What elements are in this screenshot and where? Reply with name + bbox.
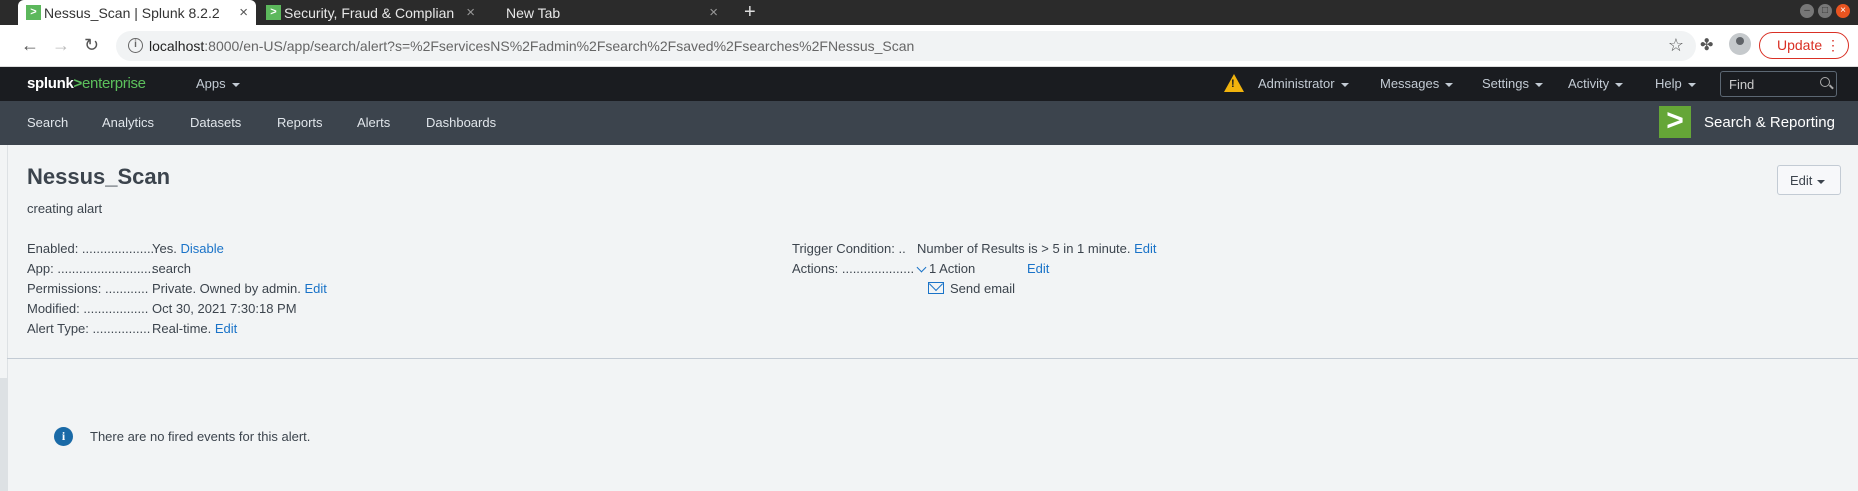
trigger-condition-label: Trigger Condition: .. [792, 241, 906, 256]
page-title: Nessus_Scan [27, 164, 171, 189]
forward-arrow-icon[interactable]: → [52, 35, 70, 55]
nav-alerts[interactable]: Alerts [357, 115, 390, 130]
edit-label: Edit [1790, 173, 1813, 188]
search-icon[interactable] [1820, 77, 1830, 87]
messages-menu[interactable]: Messages [1380, 76, 1453, 91]
tab-security-fraud[interactable]: > Security, Fraud & Compliance × [258, 0, 483, 25]
nav-reports[interactable]: Reports [277, 115, 323, 130]
search-reporting-app-icon[interactable]: > [1659, 106, 1691, 138]
extensions-puzzle-icon[interactable]: ✤ [1700, 35, 1713, 55]
browser-menu-icon[interactable]: ⋮ [1826, 33, 1840, 58]
actions-label: Actions: .................... [792, 261, 915, 276]
logo-enterprise-text: enterprise [82, 75, 146, 92]
email-icon [928, 282, 944, 294]
url-path: :8000/en-US/app/search/alert?s=%2Fservic… [204, 38, 915, 54]
address-bar[interactable]: i localhost:8000/en-US/app/search/alert?… [116, 31, 1696, 61]
find-placeholder: Find [1729, 77, 1755, 92]
activity-menu[interactable]: Activity [1568, 76, 1623, 91]
tab-title: Security, Fraud & Compliance [284, 4, 454, 21]
actions-edit-link[interactable]: Edit [1027, 261, 1049, 276]
permissions-value: Private. Owned by admin. Edit [152, 281, 327, 296]
enabled-value: Yes. Disable [152, 241, 224, 256]
tab-close-icon[interactable]: × [239, 4, 248, 21]
nav-datasets[interactable]: Datasets [190, 115, 241, 130]
alert-type-value-text: Real-time. [152, 321, 212, 336]
tab-title: Nessus_Scan | Splunk 8.2.2 [44, 4, 220, 21]
settings-menu[interactable]: Settings [1482, 76, 1543, 91]
tab-close-icon[interactable]: × [709, 4, 718, 21]
nav-search[interactable]: Search [27, 115, 68, 130]
trigger-condition-value: Number of Results is > 5 in 1 minute. Ed… [917, 241, 1157, 256]
alert-type-edit-link[interactable]: Edit [215, 321, 237, 336]
enabled-value-text: Yes. [152, 241, 177, 256]
modified-label: Modified: .................. [27, 301, 149, 316]
tab-close-icon[interactable]: × [466, 4, 475, 21]
find-input[interactable]: Find [1720, 71, 1837, 97]
minimize-window-icon[interactable]: – [1800, 4, 1814, 18]
logo-gt-text: > [73, 75, 83, 92]
trigger-edit-link[interactable]: Edit [1134, 241, 1156, 256]
alert-type-label: Alert Type: ................ [27, 321, 151, 336]
nav-analytics[interactable]: Analytics [102, 115, 154, 130]
reload-icon[interactable]: ↻ [84, 35, 99, 55]
url-host: localhost [149, 38, 205, 54]
warning-icon[interactable]: ! [1224, 74, 1244, 92]
edit-dropdown-button[interactable]: Edit [1777, 165, 1841, 195]
administrator-menu[interactable]: Administrator [1258, 76, 1349, 91]
no-fired-events-message: There are no fired events for this alert… [90, 429, 311, 444]
close-window-icon[interactable]: × [1836, 4, 1850, 18]
send-email-action: Send email [950, 281, 1016, 296]
alert-description: creating alart [27, 201, 103, 216]
app-value: search [152, 261, 192, 276]
disable-link[interactable]: Disable [180, 241, 223, 256]
site-info-icon[interactable]: i [128, 38, 143, 53]
trigger-condition-text: Number of Results is > 5 in 1 minute. [917, 241, 1131, 256]
info-icon: i [54, 427, 73, 446]
splunk-top-bar: splunk>enterprise Apps ! Administrator M… [0, 67, 1858, 101]
update-button[interactable]: Update ⋮ [1759, 32, 1849, 59]
permissions-label: Permissions: ............ [27, 281, 149, 296]
splunk-favicon-icon: > [26, 5, 41, 20]
browser-tab-strip: > Nessus_Scan | Splunk 8.2.2 × > Securit… [0, 0, 1858, 25]
help-menu[interactable]: Help [1655, 76, 1696, 91]
profile-avatar-icon[interactable] [1729, 33, 1751, 55]
maximize-window-icon[interactable]: □ [1818, 4, 1832, 18]
app-nav-bar: Search Analytics Datasets Reports Alerts… [0, 101, 1858, 145]
bookmark-star-icon[interactable]: ☆ [1668, 35, 1684, 56]
back-arrow-icon[interactable]: ← [21, 35, 39, 55]
apps-menu[interactable]: Apps [196, 76, 240, 91]
tab-new-tab[interactable]: New Tab × [486, 0, 726, 25]
browser-toolbar: ← → ↻ i localhost:8000/en-US/app/search/… [0, 25, 1858, 67]
section-divider [7, 358, 1858, 359]
app-label: App: ........................... [27, 261, 155, 276]
app-name[interactable]: Search & Reporting [1704, 114, 1835, 131]
modified-value: Oct 30, 2021 7:30:18 PM [152, 301, 297, 316]
alert-type-value: Real-time. Edit [152, 321, 237, 336]
left-gutter [0, 378, 7, 491]
permissions-value-text: Private. Owned by admin. [152, 281, 301, 296]
tab-nessus-scan[interactable]: > Nessus_Scan | Splunk 8.2.2 × [18, 0, 256, 25]
splunk-logo[interactable]: splunk>enterprise [27, 75, 146, 92]
nav-dashboards[interactable]: Dashboards [426, 115, 496, 130]
actions-toggle[interactable]: 1 Action [929, 261, 975, 276]
splunk-favicon-icon: > [266, 5, 281, 20]
enabled-label: Enabled: .................... [27, 241, 155, 256]
tab-title: New Tab [506, 4, 561, 21]
update-label: Update [1777, 37, 1823, 53]
permissions-edit-link[interactable]: Edit [304, 281, 326, 296]
logo-splunk-text: splunk [27, 75, 74, 92]
url-text[interactable]: localhost:8000/en-US/app/search/alert?s=… [149, 38, 914, 54]
new-tab-button[interactable]: + [744, 1, 756, 23]
